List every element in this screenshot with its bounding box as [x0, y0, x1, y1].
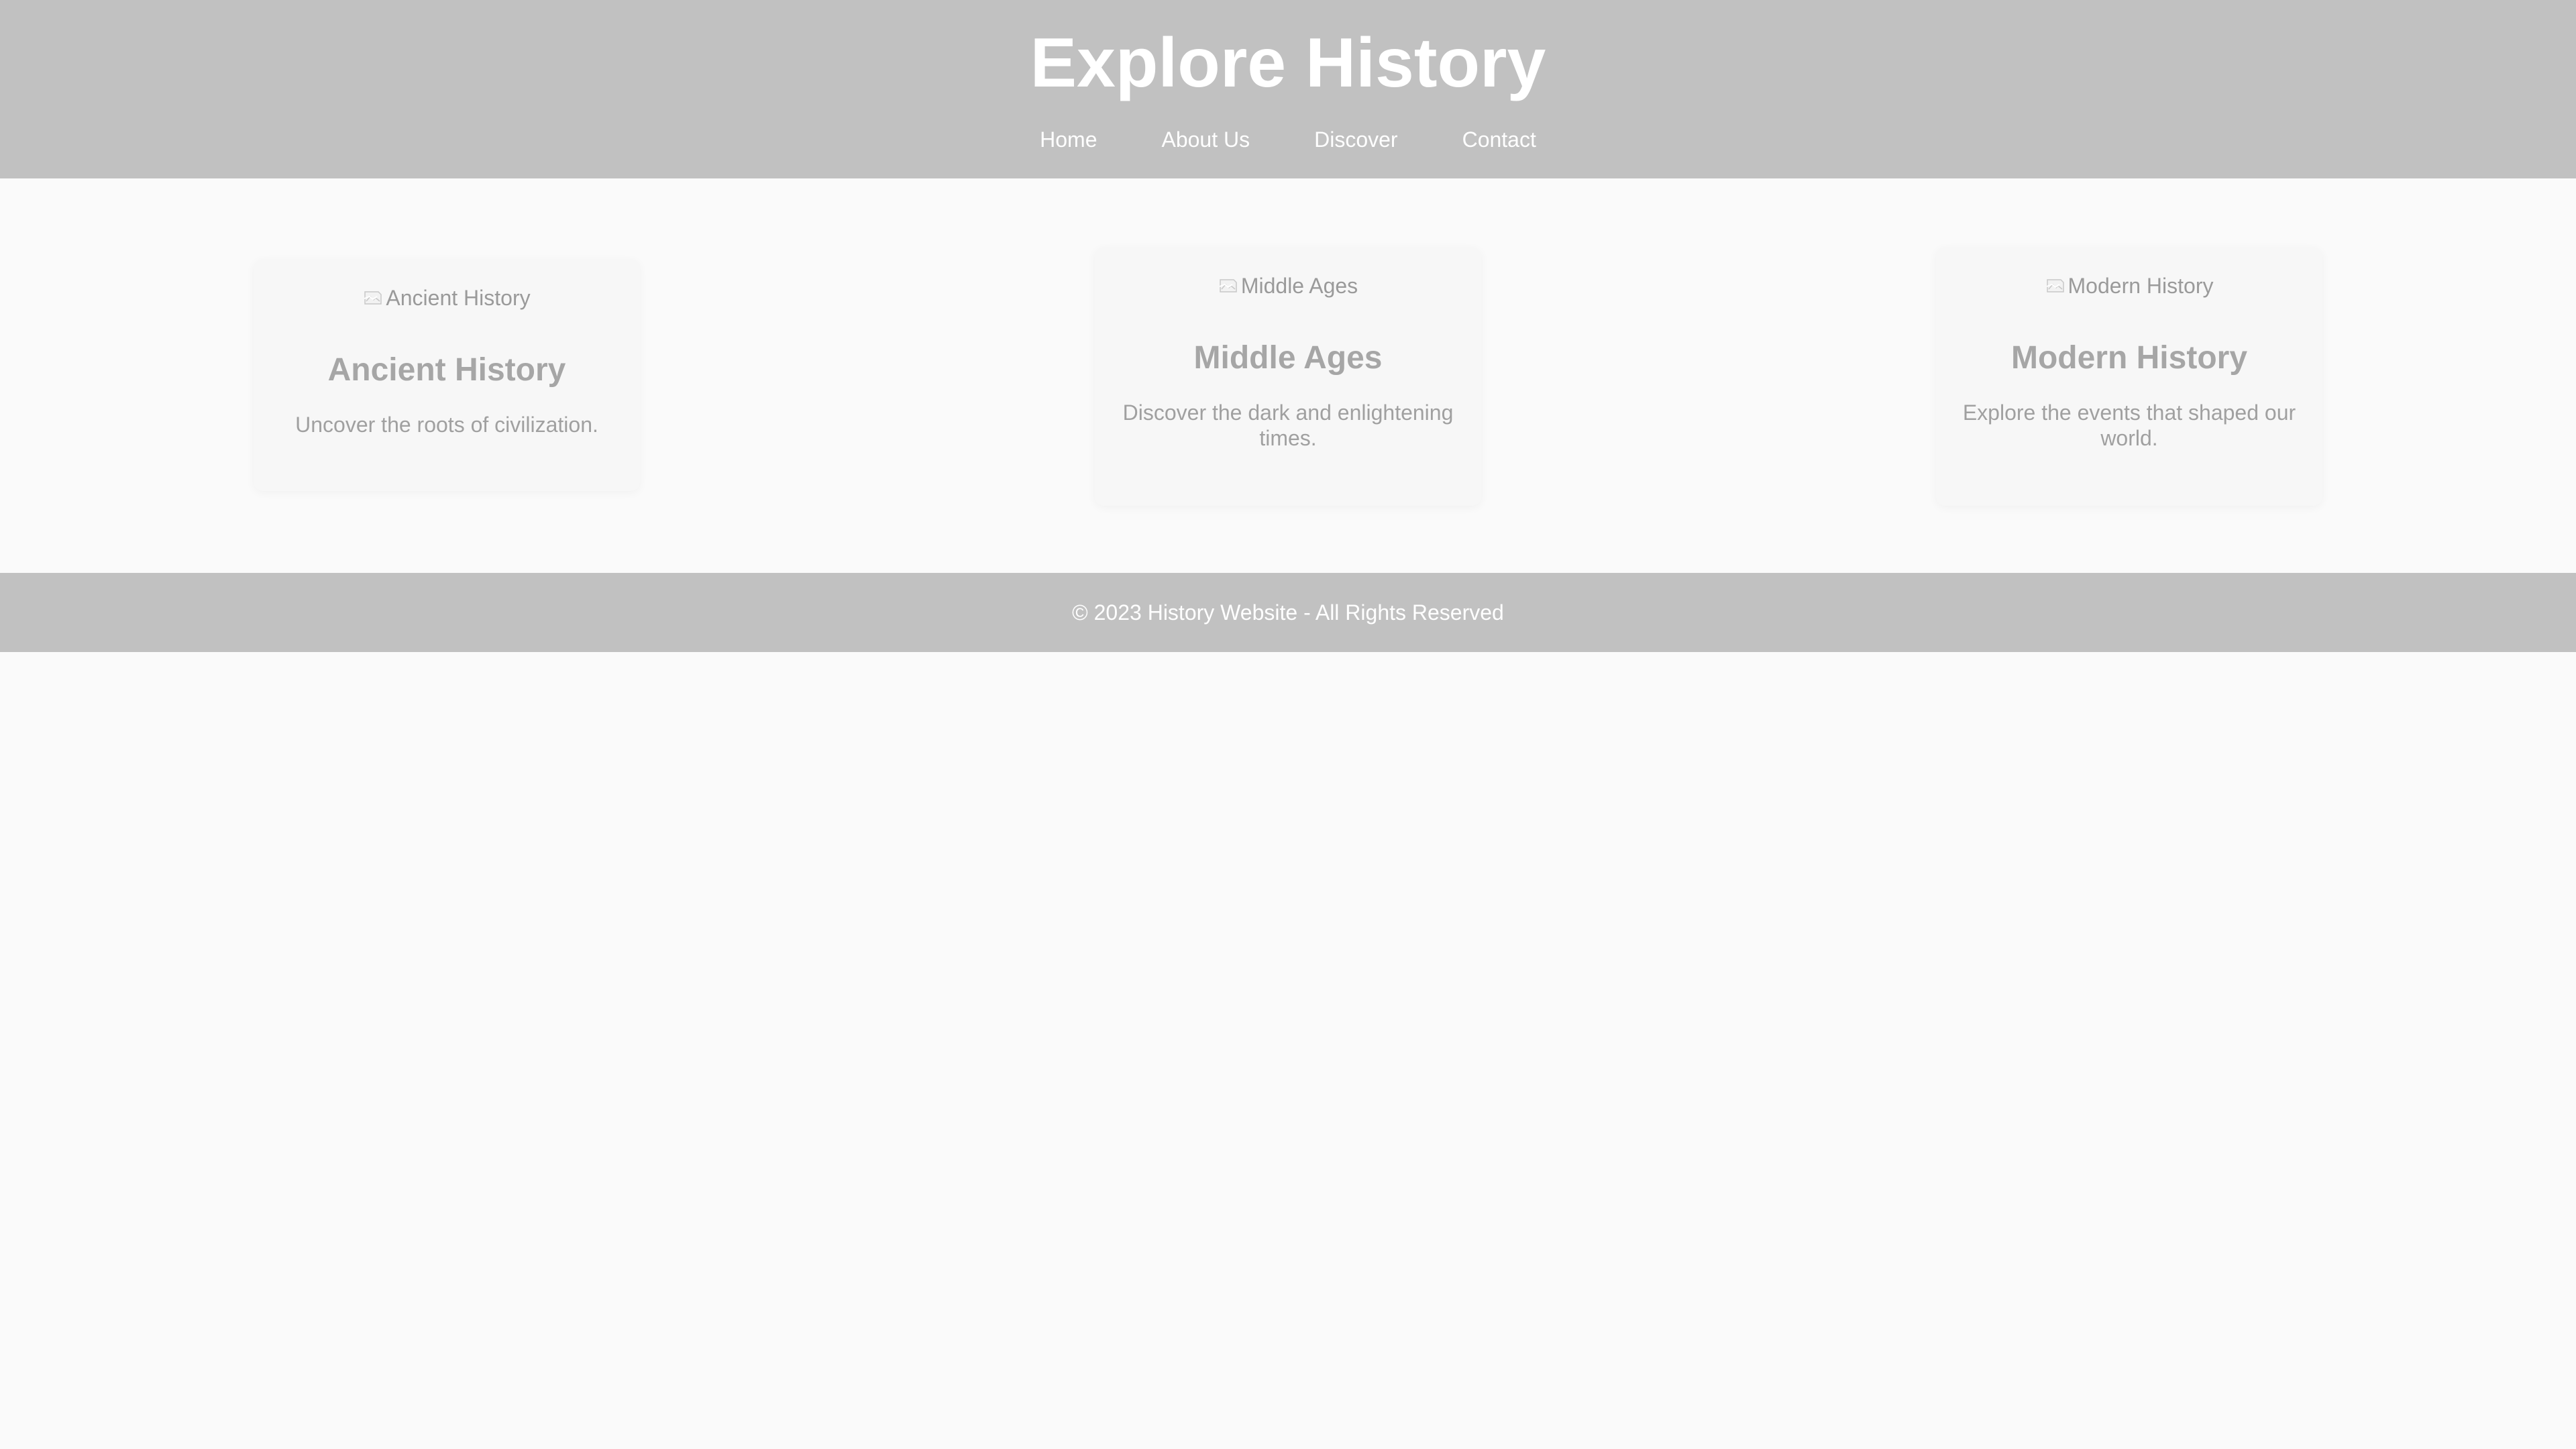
- card-title: Modern History: [2010, 340, 2248, 376]
- card-description: Discover the dark and enlightening times…: [1122, 400, 1454, 450]
- card-image: Ancient History: [254, 282, 640, 314]
- footer-copyright: © 2023 History Website - All Rights Rese…: [1072, 600, 1504, 625]
- nav-discover-link[interactable]: Discover: [1314, 123, 1397, 156]
- card-image-alt: Modern History: [2068, 274, 2214, 298]
- broken-image-icon: [1218, 276, 1238, 296]
- card-description: Uncover the roots of civilization.: [295, 413, 598, 437]
- nav-home-link[interactable]: Home: [1040, 123, 1097, 156]
- card-ancient-history: Ancient History Ancient History Uncover …: [254, 259, 640, 491]
- site-footer: © 2023 History Website - All Rights Rese…: [0, 573, 2576, 652]
- card-image-alt: Ancient History: [386, 286, 531, 310]
- main-nav: Home About Us Discover Contact: [0, 123, 2576, 156]
- nav-about-us-link[interactable]: About Us: [1161, 123, 1250, 156]
- card-middle-ages: Middle Ages Middle Ages Discover the dar…: [1095, 247, 1481, 506]
- card-modern-history: Modern History Modern History Explore th…: [1936, 247, 2322, 506]
- nav-contact-link[interactable]: Contact: [1462, 123, 1536, 156]
- card-description: Explore the events that shaped our world…: [1962, 400, 2296, 450]
- broken-image-icon: [363, 288, 383, 308]
- card-title: Ancient History: [327, 352, 566, 388]
- broken-image-icon: [2045, 276, 2065, 296]
- card-image: Middle Ages: [1095, 270, 1481, 302]
- site-title: Explore History: [1030, 24, 1546, 102]
- card-image-alt: Middle Ages: [1240, 274, 1358, 298]
- card-image: Modern History: [1936, 270, 2322, 302]
- card-title: Middle Ages: [1193, 340, 1383, 376]
- site-header: Explore History Home About Us Discover C…: [0, 0, 2576, 178]
